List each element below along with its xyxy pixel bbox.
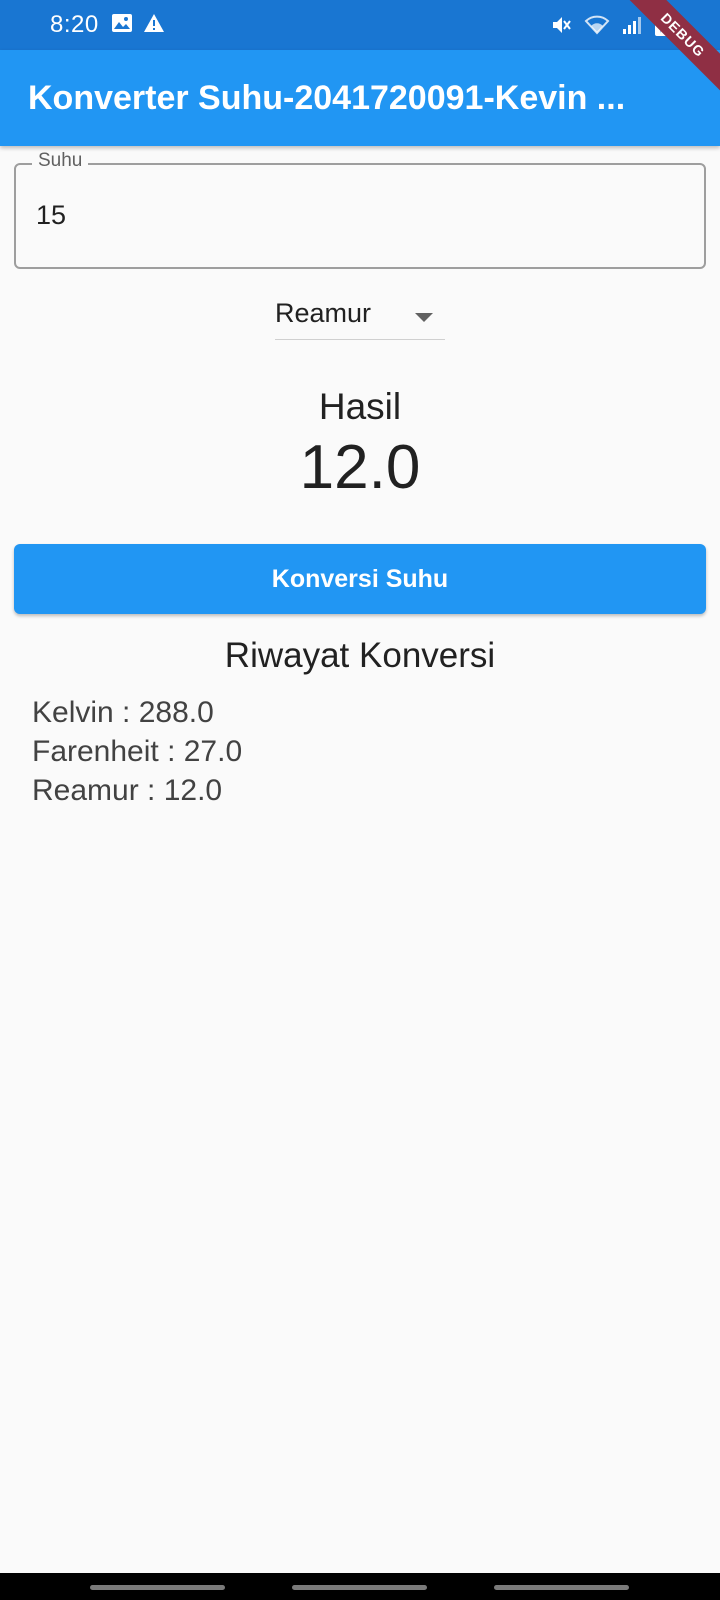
history-list: Kelvin : 288.0 Farenheit : 27.0 Reamur :… xyxy=(32,693,692,810)
result-value: 12.0 xyxy=(299,433,421,502)
status-left-icons xyxy=(111,13,165,38)
unit-dropdown-value: Reamur xyxy=(275,298,372,328)
app-screen: 8:20 DEBUG Konverter Suhu-2041720091-Kev… xyxy=(0,0,720,1600)
temperature-input[interactable] xyxy=(36,195,676,235)
arrow-drop-down-icon xyxy=(415,310,433,328)
mute-icon xyxy=(550,14,572,36)
app-title: Konverter Suhu-2041720091-Kevin ... xyxy=(28,78,626,117)
temperature-field[interactable]: Suhu xyxy=(14,150,706,269)
nav-back-handle[interactable] xyxy=(494,1585,629,1590)
history-item-farenheit: Farenheit : 27.0 xyxy=(32,735,243,768)
warning-icon xyxy=(143,13,165,38)
wifi-icon xyxy=(584,14,610,36)
history-item-reamur: Reamur : 12.0 xyxy=(32,774,223,807)
status-right-icons xyxy=(550,0,668,50)
nav-home-handle[interactable] xyxy=(292,1585,427,1590)
battery-charging-icon xyxy=(654,13,668,37)
signal-icon xyxy=(622,14,642,36)
image-icon xyxy=(111,13,133,38)
temperature-field-label: Suhu xyxy=(32,150,89,172)
history-item-kelvin: Kelvin : 288.0 xyxy=(32,696,214,729)
convert-button[interactable]: Konversi Suhu xyxy=(14,544,706,614)
unit-dropdown[interactable]: Reamur xyxy=(275,288,445,340)
status-bar: 8:20 xyxy=(0,0,720,50)
nav-recents-handle[interactable] xyxy=(90,1585,225,1590)
app-bar: Konverter Suhu-2041720091-Kevin ... xyxy=(0,50,720,146)
history-title: Riwayat Konversi xyxy=(224,636,496,675)
result-label: Hasil xyxy=(318,386,402,427)
system-nav-bar xyxy=(0,1573,720,1600)
status-time: 8:20 xyxy=(50,11,99,38)
